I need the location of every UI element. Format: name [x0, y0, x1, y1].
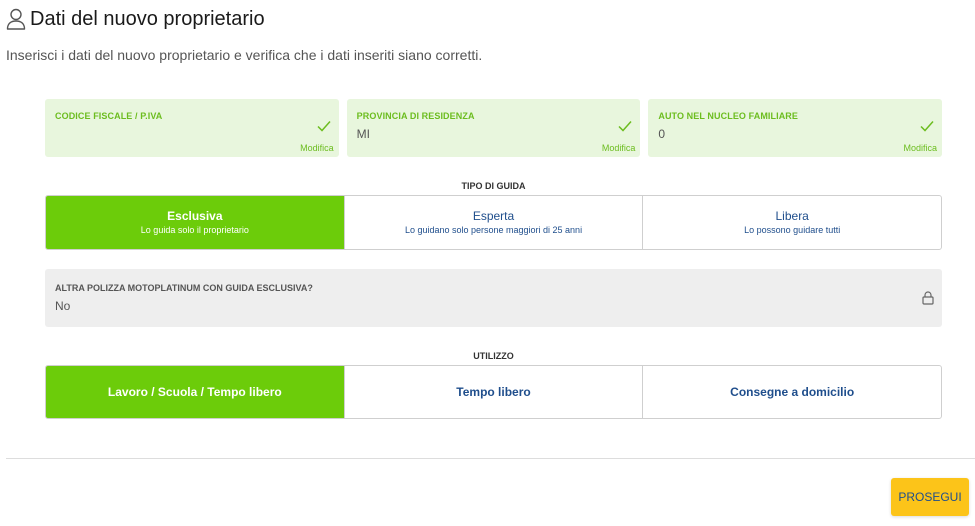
card-label: PROVINCIA DI RESIDENZA	[356, 111, 475, 121]
card-provincia: PROVINCIA DI RESIDENZA MI Modifica	[346, 99, 641, 157]
user-icon	[6, 8, 26, 30]
field-value: No	[55, 299, 71, 313]
check-icon	[920, 119, 934, 132]
card-value: MI	[356, 127, 371, 141]
edit-link[interactable]: Modifica	[300, 143, 334, 153]
option-title: Consegne a domicilio	[730, 385, 855, 399]
option-title: Lavoro / Scuola / Tempo libero	[107, 385, 282, 399]
option-esperta[interactable]: Esperta Lo guidano solo persone maggiori…	[343, 196, 643, 249]
divider	[6, 458, 975, 459]
option-title: Libera	[775, 209, 809, 223]
card-label: CODICE FISCALE / P.IVA	[55, 111, 163, 121]
option-description: Lo guidano solo persone maggiori di 25 a…	[404, 225, 583, 235]
option-title: Tempo libero	[456, 385, 531, 399]
edit-link[interactable]: Modifica	[904, 143, 938, 153]
option-title: Esperta	[472, 209, 515, 223]
utilizzo-selector: Lavoro / Scuola / Tempo libero Tempo lib…	[45, 365, 942, 419]
tipo-guida-label: TIPO DI GUIDA	[461, 181, 526, 191]
card-value: 0	[658, 127, 666, 141]
option-tempo-libero[interactable]: Tempo libero	[343, 366, 643, 418]
utilizzo-label: UTILIZZO	[473, 351, 514, 361]
card-codice-fiscale: CODICE FISCALE / P.IVA Modifica	[45, 99, 339, 157]
option-libera[interactable]: Libera Lo possono guidare tutti	[642, 196, 941, 249]
check-icon	[317, 119, 331, 132]
tipo-guida-selector: Esclusiva Lo guida solo il proprietario …	[45, 195, 942, 250]
summary-cards: CODICE FISCALE / P.IVA Modifica PROVINCI…	[45, 99, 943, 157]
card-auto-nucleo: AUTO NEL NUCLEO FAMILIARE 0 Modifica	[648, 99, 943, 157]
edit-link[interactable]: Modifica	[602, 143, 636, 153]
page-title: Dati del nuovo proprietario	[30, 8, 265, 30]
check-icon	[618, 119, 632, 132]
field-label: ALTRA POLIZZA MOTOPLATINUM CON GUIDA ESC…	[55, 283, 313, 293]
option-consegne-domicilio[interactable]: Consegne a domicilio	[642, 366, 941, 418]
altra-polizza-field: ALTRA POLIZZA MOTOPLATINUM CON GUIDA ESC…	[45, 269, 942, 327]
option-title: Esclusiva	[167, 209, 223, 223]
card-label: AUTO NEL NUCLEO FAMILIARE	[658, 111, 799, 121]
page-header: Dati del nuovo proprietario	[6, 6, 265, 32]
option-esclusiva[interactable]: Esclusiva Lo guida solo il proprietario	[46, 196, 344, 249]
page-subtitle: Inserisci i dati del nuovo proprietario …	[6, 47, 483, 63]
option-lavoro-scuola-tempo-libero[interactable]: Lavoro / Scuola / Tempo libero	[46, 366, 344, 418]
lock-icon	[922, 291, 934, 305]
option-description: Lo possono guidare tutti	[744, 225, 841, 235]
option-description: Lo guida solo il proprietario	[140, 225, 249, 235]
proceed-button[interactable]: PROSEGUI	[891, 478, 969, 516]
